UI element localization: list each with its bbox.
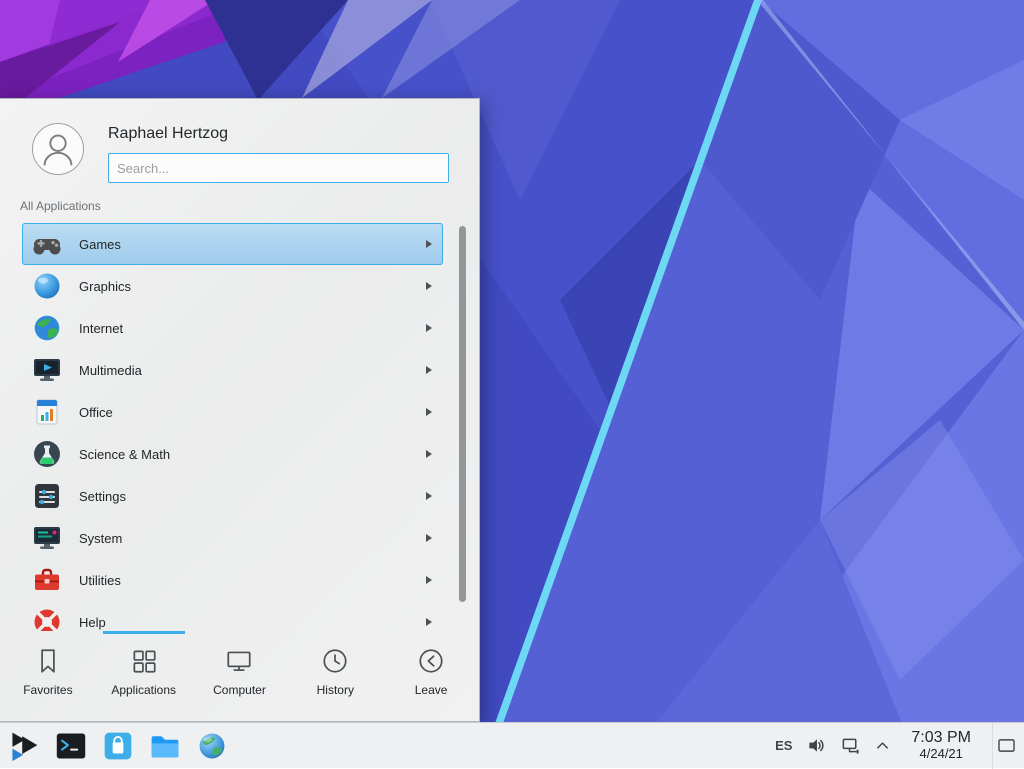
chevron-right-icon: [426, 450, 432, 458]
category-multimedia[interactable]: Multimedia: [22, 349, 443, 391]
launcher-tab-bar: Favorites Applications: [0, 631, 479, 721]
software-center-icon: [102, 730, 134, 762]
category-science-math[interactable]: Science & Math: [22, 433, 443, 475]
category-system[interactable]: System: [22, 517, 443, 559]
keyboard-layout-indicator[interactable]: ES: [775, 738, 792, 753]
tab-leave[interactable]: Leave: [383, 631, 479, 721]
scrollbar[interactable]: [459, 226, 466, 602]
graphics-ball-icon: [31, 270, 63, 302]
category-label: Games: [79, 237, 426, 252]
category-label: Graphics: [79, 279, 426, 294]
application-launcher-menu: Raphael Hertzog All Applications: [0, 98, 480, 722]
category-label: System: [79, 531, 426, 546]
app-launcher-button[interactable]: [5, 727, 43, 765]
category-label: Help: [79, 615, 426, 630]
search-input[interactable]: [108, 153, 449, 183]
clock[interactable]: 7:03 PM 4/24/21: [905, 729, 977, 761]
network-icon[interactable]: [841, 736, 860, 755]
file-manager-icon: [149, 730, 181, 762]
category-list: Games: [0, 223, 479, 631]
gamepad-icon: [31, 228, 63, 260]
grid-icon: [129, 646, 159, 676]
file-manager-launcher[interactable]: [146, 727, 184, 765]
tab-indicator: [199, 631, 281, 634]
taskbar-apps: [0, 727, 231, 765]
chevron-right-icon: [426, 240, 432, 248]
launcher-header: Raphael Hertzog: [0, 99, 479, 183]
tab-label: Computer: [213, 683, 266, 697]
bookmark-icon: [33, 646, 63, 676]
chevron-right-icon: [426, 492, 432, 500]
clock-date: 4/24/21: [911, 747, 971, 762]
clock-icon: [320, 646, 350, 676]
tab-label: History: [317, 683, 354, 697]
terminal-icon: [55, 730, 87, 762]
toolbox-icon: [31, 564, 63, 596]
section-label: All Applications: [20, 199, 479, 213]
user-name: Raphael Hertzog: [108, 125, 449, 143]
system-tray: ES 7:03: [775, 723, 1024, 769]
leave-circle-icon: [416, 646, 446, 676]
category-settings[interactable]: Settings: [22, 475, 443, 517]
expand-tray-icon[interactable]: [875, 738, 890, 753]
chevron-right-icon: [426, 324, 432, 332]
clock-time: 7:03 PM: [911, 729, 971, 747]
category-label: Office: [79, 405, 426, 420]
flask-icon: [31, 438, 63, 470]
software-center-launcher[interactable]: [99, 727, 137, 765]
document-chart-icon: [31, 396, 63, 428]
lifebuoy-icon: [31, 606, 63, 631]
computer-icon: [224, 646, 254, 676]
chevron-right-icon: [426, 534, 432, 542]
taskbar: ES 7:03: [0, 722, 1024, 768]
chevron-right-icon: [426, 282, 432, 290]
tab-indicator: [7, 631, 89, 634]
web-browser-launcher[interactable]: [193, 727, 231, 765]
chevron-right-icon: [426, 408, 432, 416]
category-label: Utilities: [79, 573, 426, 588]
user-icon: [33, 124, 83, 174]
category-label: Science & Math: [79, 447, 426, 462]
web-browser-icon: [196, 730, 228, 762]
kde-launcher-icon: [8, 730, 40, 762]
category-internet[interactable]: Internet: [22, 307, 443, 349]
chevron-right-icon: [426, 576, 432, 584]
category-label: Multimedia: [79, 363, 426, 378]
tab-history[interactable]: History: [287, 631, 383, 721]
tab-indicator: [294, 631, 376, 634]
tab-label: Applications: [111, 683, 176, 697]
show-desktop-button[interactable]: [992, 723, 1020, 769]
tab-indicator: [390, 631, 472, 634]
globe-icon: [31, 312, 63, 344]
tab-label: Favorites: [23, 683, 72, 697]
show-desktop-icon: [997, 738, 1016, 753]
category-label: Internet: [79, 321, 426, 336]
tab-applications[interactable]: Applications: [96, 631, 192, 721]
category-help[interactable]: Help: [22, 601, 443, 631]
active-tab-indicator: [103, 631, 185, 634]
category-office[interactable]: Office: [22, 391, 443, 433]
sliders-icon: [31, 480, 63, 512]
category-label: Settings: [79, 489, 426, 504]
category-graphics[interactable]: Graphics: [22, 265, 443, 307]
monitor-play-icon: [31, 354, 63, 386]
terminal-launcher[interactable]: [52, 727, 90, 765]
desktop: Raphael Hertzog All Applications: [0, 0, 1024, 768]
category-utilities[interactable]: Utilities: [22, 559, 443, 601]
category-games[interactable]: Games: [22, 223, 443, 265]
tab-favorites[interactable]: Favorites: [0, 631, 96, 721]
chevron-right-icon: [426, 366, 432, 374]
tab-label: Leave: [415, 683, 448, 697]
header-right: Raphael Hertzog: [108, 123, 449, 183]
system-monitor-icon: [31, 522, 63, 554]
tab-computer[interactable]: Computer: [192, 631, 288, 721]
volume-icon[interactable]: [807, 736, 826, 755]
avatar[interactable]: [32, 123, 84, 175]
chevron-right-icon: [426, 618, 432, 626]
